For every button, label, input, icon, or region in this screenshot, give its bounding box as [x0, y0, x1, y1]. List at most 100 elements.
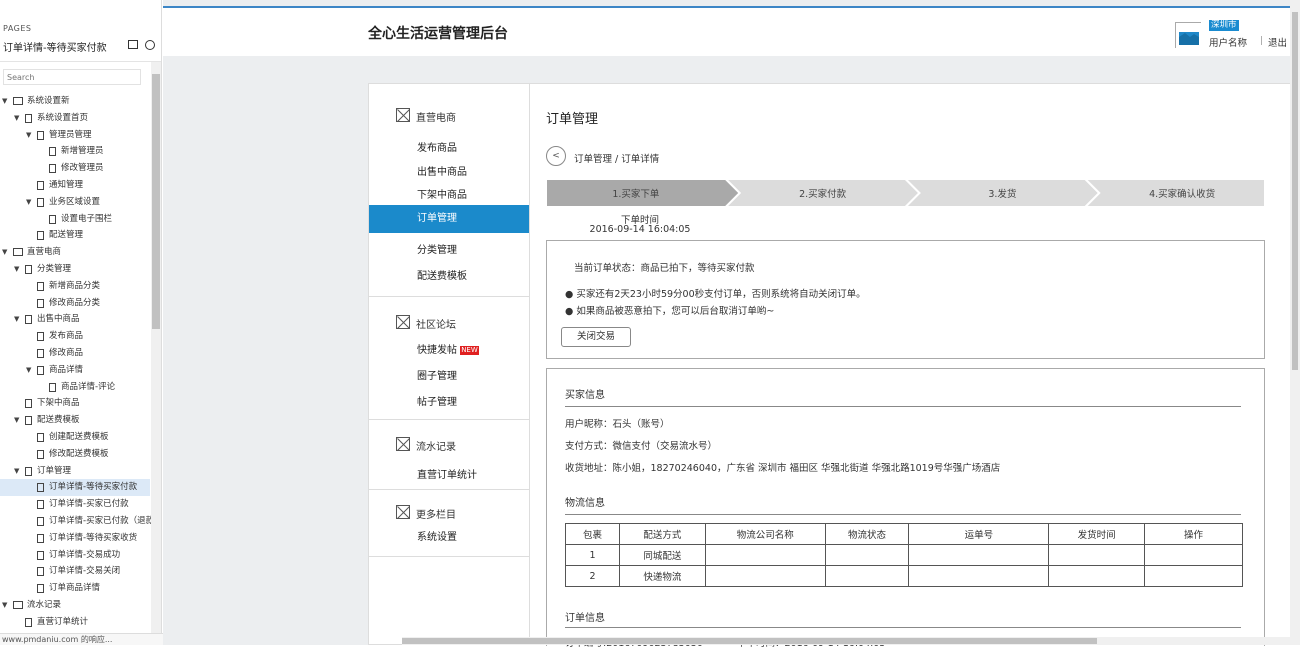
menu-section-records: 流水记录 直营订单统计 [369, 420, 529, 490]
page-icon [37, 231, 44, 241]
page-tree-label: 订单详情-交易关闭 [49, 566, 121, 577]
buyer-payment: 支付方式：微信支付（交易流水号） [565, 441, 718, 452]
expand-arrow-icon[interactable]: ▼ [14, 110, 19, 127]
add-folder-icon[interactable] [145, 40, 155, 50]
expand-arrow-icon[interactable]: ▼ [26, 362, 31, 379]
table-cell [908, 565, 1050, 587]
pages-scrollbar[interactable] [151, 62, 161, 645]
page-title: 订单管理 [546, 112, 599, 127]
table-cell: 2 [565, 565, 620, 587]
menu-item-order-management[interactable]: 订单管理 [369, 205, 529, 233]
expand-arrow-icon[interactable]: ▼ [2, 93, 7, 110]
page-tree-item[interactable]: ▼ 分类管理 [0, 261, 150, 278]
page-tree-item[interactable]: ▼ 管理员管理 [0, 127, 150, 144]
page-tree-item[interactable]: 新增商品分类 [0, 278, 150, 295]
page-tree-item[interactable]: ▼ 出售中商品 [0, 311, 150, 328]
page-tree-item[interactable]: 订单详情-买家已付款 [0, 496, 150, 513]
page-tree-item[interactable]: 修改商品分类 [0, 295, 150, 312]
menu-item-order-stats[interactable]: 直营订单统计 [417, 466, 477, 481]
page-tree-label: 商品详情-评论 [61, 381, 116, 392]
page-tree-item[interactable]: ▼ 流水记录 [0, 597, 150, 614]
page-icon [49, 147, 56, 157]
table-header-cell: 配送方式 [618, 523, 706, 545]
divider [565, 514, 1241, 515]
page-tree-item[interactable]: 订单详情-交易成功 [0, 547, 150, 564]
menu-item-label: 快捷发帖 [417, 345, 457, 356]
menu-item-posts[interactable]: 帖子管理 [417, 393, 457, 408]
table-cell: 1 [565, 544, 620, 566]
page-icon [37, 180, 44, 190]
page-tree-label: 设置电子围栏 [61, 213, 113, 224]
expand-arrow-icon[interactable]: ▼ [14, 463, 19, 480]
table-header-cell: 运单号 [908, 523, 1050, 545]
page-tree-item[interactable]: 订单商品详情 [0, 580, 150, 597]
folder-icon [13, 600, 23, 609]
page-tree-item[interactable]: ▼ 配送费模板 [0, 412, 150, 429]
expand-arrow-icon[interactable]: ▼ [26, 127, 31, 144]
page-icon [49, 164, 56, 174]
page-tree-item[interactable]: 下架中商品 [0, 395, 150, 412]
page-tree-item[interactable]: ▼ 系统设置新 [0, 93, 150, 110]
close-trade-button[interactable]: 关闭交易 [561, 327, 631, 347]
page-tree-item[interactable]: 修改配送费模板 [0, 446, 150, 463]
menu-item-on-sale[interactable]: 出售中商品 [417, 163, 467, 178]
expand-arrow-icon[interactable]: ▼ [14, 311, 19, 328]
expand-arrow-icon[interactable]: ▼ [2, 597, 7, 614]
page-tree-item[interactable]: 订单详情-买家已付款（退款 [0, 513, 154, 530]
logistics-table: 包裹 配送方式 物流公司名称 物流状态 运单号 发货时间 操作 1 同城配送 2 快递物流 [565, 523, 1243, 587]
page-tree-item[interactable]: 配送管理 [0, 227, 150, 244]
page-tree-item[interactable]: ▼ 商品详情 [0, 362, 150, 379]
expand-arrow-icon[interactable]: ▼ [14, 261, 19, 278]
add-page-icon[interactable] [128, 40, 138, 49]
horizontal-scrollbar[interactable] [402, 637, 1290, 645]
page-tree-item[interactable]: ▼ 订单管理 [0, 463, 150, 480]
user-name[interactable]: 用户名称 [1209, 35, 1247, 49]
page-tree-item[interactable]: 通知管理 [0, 177, 150, 194]
menu-item-circles[interactable]: 圈子管理 [417, 367, 457, 382]
page-tree-item[interactable]: 修改管理员 [0, 160, 150, 177]
vertical-scrollbar[interactable] [1290, 0, 1300, 645]
page-tree-label: 通知管理 [49, 179, 84, 190]
page-tree-item[interactable]: 订单详情-等待买家收货 [0, 530, 150, 547]
step-label: 4.买家确认收货 [1149, 188, 1215, 200]
page-tree-item[interactable]: 新增管理员 [0, 143, 150, 160]
expand-arrow-icon[interactable]: ▼ [2, 244, 7, 261]
expand-arrow-icon[interactable]: ▼ [14, 412, 19, 429]
page-tree-item[interactable]: 订单详情-交易关闭 [0, 563, 150, 580]
bullet-text: 如果商品被恶意拍下，您可以后台取消订单哟~ [576, 306, 775, 317]
page-tree-item[interactable]: 修改商品 [0, 345, 150, 362]
page-tree-item[interactable]: 订单详情-等待买家付款 [0, 479, 150, 497]
menu-item-shipping-template[interactable]: 配送费模板 [417, 267, 467, 282]
page-tree-item[interactable]: 创建配送费模板 [0, 429, 150, 446]
page-tree-item[interactable]: 设置电子围栏 [0, 211, 150, 228]
logout-link[interactable]: 退出 [1268, 35, 1287, 49]
expand-arrow-icon[interactable]: ▼ [26, 194, 31, 211]
page-tree-label: 商品详情 [49, 364, 84, 375]
page-icon [37, 130, 44, 140]
page-tree-label: 发布商品 [49, 331, 84, 342]
menu-item-quick-post[interactable]: 快捷发帖 NEW [417, 341, 479, 356]
menu-item-publish[interactable]: 发布商品 [417, 139, 457, 154]
page-icon [37, 533, 44, 543]
horizontal-scrollbar-thumb[interactable] [402, 638, 1097, 644]
back-button[interactable]: < [546, 146, 566, 166]
vertical-scrollbar-thumb[interactable] [1292, 12, 1298, 370]
page-tree-item[interactable]: ▼ 直营电商 [0, 244, 150, 261]
menu-item-off-shelf[interactable]: 下架中商品 [417, 186, 467, 201]
table-cell [1048, 544, 1146, 566]
page-tree-item[interactable]: 发布商品 [0, 328, 150, 345]
page-tree-item[interactable]: 商品详情-评论 [0, 379, 150, 396]
side-menu: 直营电商 发布商品 出售中商品 下架中商品 订单管理 分类管理 配送费模板 社区… [368, 83, 530, 645]
breadcrumb: 订单管理 / 订单详情 [574, 154, 660, 165]
menu-item-settings[interactable]: 系统设置 [417, 528, 457, 543]
buyer-nickname: 用户昵称：石头（账号） [565, 419, 670, 430]
pages-search-input[interactable] [3, 69, 141, 85]
page-tree-item[interactable]: 直营订单统计 [0, 614, 150, 631]
city-badge[interactable]: 深圳市 [1209, 20, 1239, 31]
page-tree-item[interactable]: ▼ 系统设置首页 [0, 110, 150, 127]
header-separator: | [1260, 36, 1264, 46]
page-icon [25, 315, 32, 325]
page-tree-item[interactable]: ▼ 业务区域设置 [0, 194, 150, 211]
menu-item-category[interactable]: 分类管理 [417, 241, 457, 256]
pages-scrollbar-thumb[interactable] [152, 74, 160, 329]
